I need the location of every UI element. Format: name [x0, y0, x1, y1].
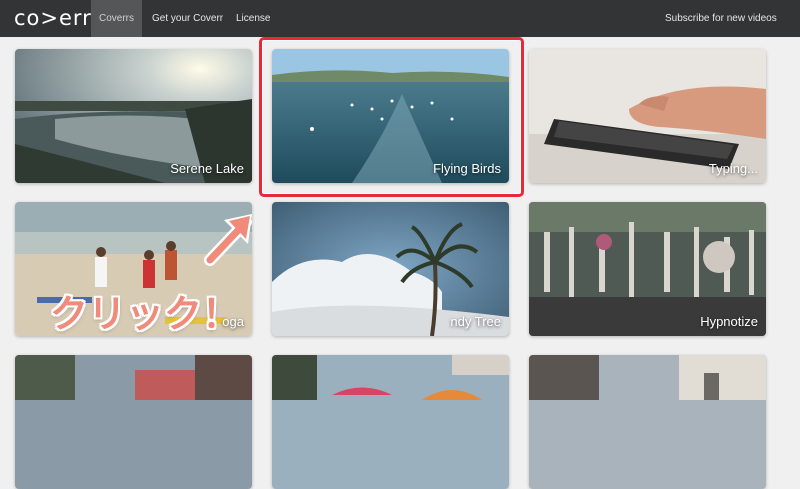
tile-label: ndy Tree	[450, 314, 501, 329]
arrow-icon	[204, 214, 252, 266]
video-tile-row3-1[interactable]	[15, 355, 252, 489]
click-annotation: クリック！	[50, 292, 241, 336]
highlight-box	[259, 37, 524, 197]
tile-label: Typing...	[708, 161, 758, 176]
video-tile-hypnotize[interactable]: Hypnotize	[529, 202, 766, 336]
row3-2-thumbnail	[272, 355, 509, 489]
video-tile-serene-lake[interactable]: Serene Lake	[15, 49, 252, 183]
nav-coverrs[interactable]: Coverrs	[91, 0, 142, 37]
video-tile-row3-3[interactable]	[529, 355, 766, 489]
top-nav: co>err Coverrs Get your Coverr License S…	[0, 0, 800, 37]
nav-get-your-coverr[interactable]: Get your Coverr	[152, 0, 223, 37]
nav-subscribe-link[interactable]: Subscribe for new videos	[665, 0, 777, 37]
video-tile-row3-2[interactable]	[272, 355, 509, 489]
tile-label: Hypnotize	[700, 314, 758, 329]
video-tile-typing[interactable]: Typing...	[529, 49, 766, 183]
nav-license[interactable]: License	[236, 0, 270, 37]
coverr-logo[interactable]: co>err	[14, 6, 92, 30]
row3-1-thumbnail	[15, 355, 252, 489]
row3-3-thumbnail	[529, 355, 766, 489]
video-tile-windy-tree[interactable]: ndy Tree	[272, 202, 509, 336]
tile-label: Serene Lake	[170, 161, 244, 176]
